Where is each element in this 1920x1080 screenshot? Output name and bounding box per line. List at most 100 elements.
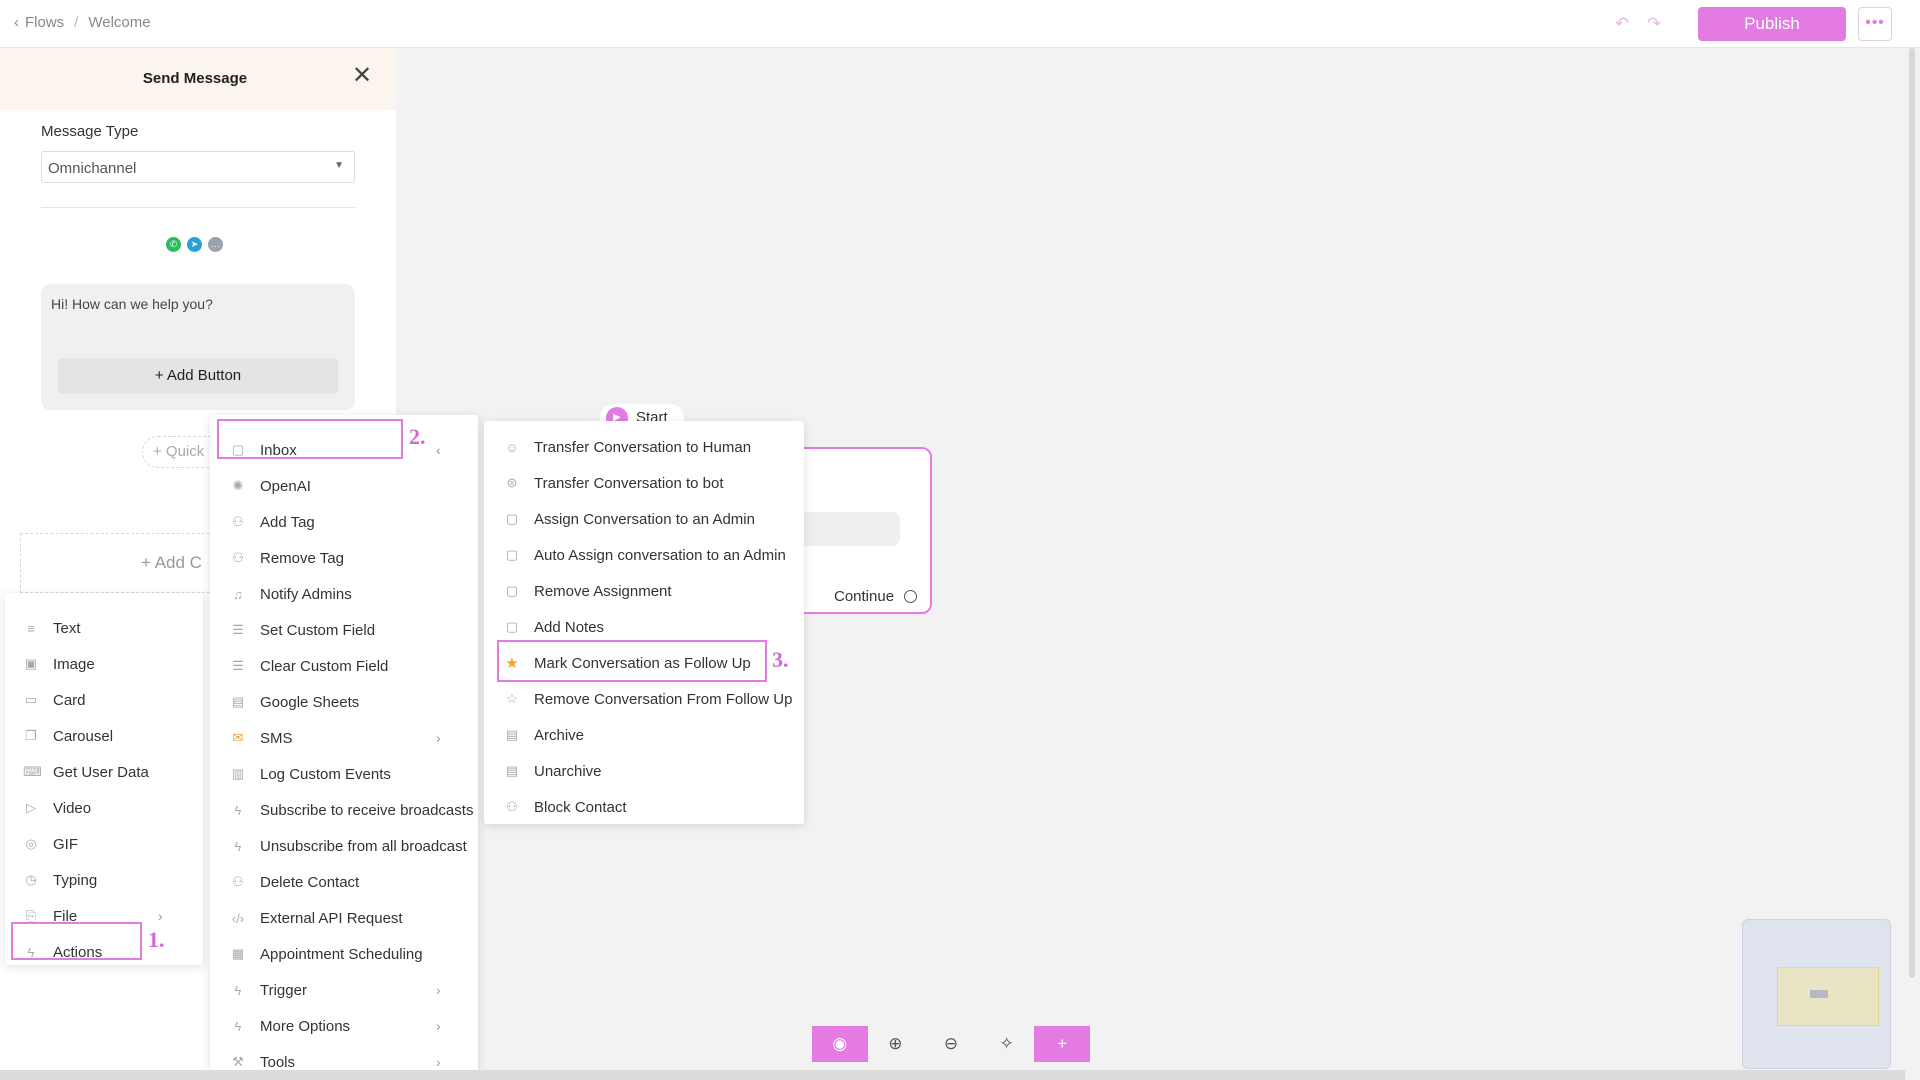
menu-item-appointment-scheduling[interactable]: ▦ Appointment Scheduling [230, 939, 423, 969]
menu-item-add-notes[interactable]: ▢ Add Notes [504, 612, 604, 642]
breadcrumb-current: Welcome [88, 14, 151, 31]
menu-item-label: Add Notes [534, 618, 605, 636]
menu-item-gif[interactable]: ◎ GIF [23, 829, 78, 859]
breadcrumb: ‹ Flows / Welcome [14, 14, 151, 31]
add-content-button[interactable]: + Add C [20, 533, 220, 593]
menu-item-label: Remove Conversation From Follow Up [534, 690, 793, 708]
get-user-data-icon: ⌨ [23, 764, 42, 779]
subscribe-to-receive-broadcasts-icon: ϟ [234, 802, 242, 818]
step-3-label: 3. [772, 647, 789, 672]
block-contact-icon: ⚇ [506, 799, 518, 814]
preview-icon[interactable]: ◉ [812, 1026, 868, 1062]
menu-item-text[interactable]: ≡ Text [23, 613, 80, 643]
menu-item-sms[interactable]: ✉ SMS › [230, 723, 441, 753]
archive-icon: ▤ [505, 727, 519, 742]
menu-item-label: Unsubscribe from all broadcast [260, 837, 467, 855]
menu-item-label: Card [53, 691, 86, 709]
remove-tag-icon: ⚇ [232, 550, 244, 565]
menu-item-card[interactable]: ▭ Card [23, 685, 86, 715]
zoom-in-icon[interactable]: ⊕ [867, 1026, 924, 1062]
more-options-button[interactable]: ••• [1858, 7, 1892, 41]
menu-item-transfer-conversation-to-bot[interactable]: ⊜ Transfer Conversation to bot [504, 468, 724, 498]
continue-connector[interactable]: Continue [834, 588, 918, 605]
menu-item-unarchive[interactable]: ▤ Unarchive [504, 756, 602, 786]
clear-custom-field-icon: ☰ [232, 658, 244, 673]
minimap-node [1810, 990, 1828, 998]
menu-item-auto-assign-conversation-to-an-admin[interactable]: ▢ Auto Assign conversation to an Admin [504, 540, 786, 570]
top-bar: ‹ Flows / Welcome ↶ ↷ Publish ••• [0, 0, 1920, 48]
breadcrumb-flows-link[interactable]: Flows [25, 14, 64, 31]
external-api-request-icon: ‹/› [231, 910, 245, 926]
chevron-right-icon: › [436, 1054, 441, 1070]
menu-item-log-custom-events[interactable]: ▥ Log Custom Events [230, 759, 391, 789]
auto-arrange-icon[interactable]: ✧ [978, 1026, 1035, 1062]
vertical-scrollbar[interactable] [1909, 48, 1915, 978]
menu-item-unsubscribe-from-all-broadcast[interactable]: ϟ Unsubscribe from all broadcast [230, 831, 467, 861]
panel-title: Send Message [142, 70, 248, 87]
transfer-conversation-to-bot-icon: ⊜ [506, 475, 518, 490]
minimap[interactable] [1742, 919, 1891, 1069]
add-button-button[interactable]: + Add Button [58, 358, 338, 394]
follow-up-highlight [497, 640, 767, 682]
menu-item-label: Subscribe to receive broadcasts [260, 801, 474, 819]
menu-item-remove-conversation-from-follow-up[interactable]: ☆ Remove Conversation From Follow Up [504, 684, 792, 714]
menu-item-external-api-request[interactable]: ‹/› External API Request [230, 903, 403, 933]
message-node[interactable]: Continue [800, 447, 932, 614]
menu-item-openai[interactable]: ✺ OpenAI [230, 471, 311, 501]
message-bubble[interactable]: Hi! How can we help you? + Add Button [41, 284, 355, 410]
menu-item-subscribe-to-receive-broadcasts[interactable]: ϟ Subscribe to receive broadcasts [230, 795, 474, 825]
menu-item-add-tag[interactable]: ⚇ Add Tag [230, 507, 315, 537]
menu-item-label: SMS [260, 729, 293, 747]
log-custom-events-icon: ▥ [231, 766, 245, 781]
minimap-viewport[interactable] [1777, 967, 1879, 1026]
menu-item-label: Carousel [53, 727, 114, 745]
connector-dot-icon[interactable] [904, 590, 918, 603]
inbox-highlight [217, 419, 403, 459]
menu-item-more-options[interactable]: ϟ More Options › [230, 1011, 441, 1041]
menu-item-typing[interactable]: ◷ Typing [23, 865, 97, 895]
transfer-conversation-to-human-icon: ☺ [505, 439, 519, 455]
menu-item-label: Video [53, 799, 92, 817]
zoom-out-icon[interactable]: ⊖ [923, 1026, 979, 1062]
menu-item-set-custom-field[interactable]: ☰ Set Custom Field [230, 615, 375, 645]
menu-item-remove-tag[interactable]: ⚇ Remove Tag [230, 543, 344, 573]
menu-item-get-user-data[interactable]: ⌨ Get User Data [23, 757, 149, 787]
menu-item-block-contact[interactable]: ⚇ Block Contact [504, 792, 627, 822]
message-type-select[interactable]: Omnichannel ▼ [41, 151, 355, 183]
card-icon: ▭ [24, 692, 38, 707]
message-text[interactable]: Hi! How can we help you? [51, 296, 213, 312]
undo-icon[interactable]: ↶ [1612, 14, 1632, 34]
redo-icon[interactable]: ↷ [1644, 14, 1664, 34]
menu-item-label: External API Request [260, 909, 403, 927]
menu-item-archive[interactable]: ▤ Archive [504, 720, 584, 750]
close-icon[interactable]: ✕ [352, 64, 372, 88]
menu-item-label: Block Contact [534, 798, 627, 816]
menu-item-delete-contact[interactable]: ⚇ Delete Contact [230, 867, 359, 897]
menu-item-google-sheets[interactable]: ▤ Google Sheets [230, 687, 359, 717]
caret-down-icon: ▼ [334, 160, 344, 171]
menu-item-assign-conversation-to-an-admin[interactable]: ▢ Assign Conversation to an Admin [504, 504, 755, 534]
menu-item-remove-assignment[interactable]: ▢ Remove Assignment [504, 576, 672, 606]
menu-item-carousel[interactable]: ❐ Carousel [23, 721, 113, 751]
horizontal-scrollbar[interactable] [0, 1070, 1905, 1080]
menu-item-transfer-conversation-to-human[interactable]: ☺ Transfer Conversation to Human [504, 432, 751, 462]
menu-item-label: Set Custom Field [260, 621, 376, 639]
more-options-icon: ϟ [234, 1018, 242, 1034]
menu-item-label: Remove Tag [260, 549, 344, 567]
text-icon: ≡ [27, 620, 35, 636]
add-icon[interactable]: + [1034, 1026, 1090, 1062]
back-chevron-icon[interactable]: ‹ [14, 14, 19, 31]
publish-button[interactable]: Publish [1698, 7, 1846, 41]
assign-conversation-to-an-admin-icon: ▢ [505, 511, 519, 526]
menu-item-video[interactable]: ▷ Video [23, 793, 91, 823]
menu-item-clear-custom-field[interactable]: ☰ Clear Custom Field [230, 651, 388, 681]
step-1-label: 1. [148, 927, 165, 952]
openai-icon: ✺ [232, 478, 244, 493]
menu-item-label: Delete Contact [260, 873, 360, 891]
menu-item-trigger[interactable]: ϟ Trigger › [230, 975, 441, 1005]
menu-item-notify-admins[interactable]: ♫ Notify Admins [230, 579, 352, 609]
menu-item-label: Remove Assignment [534, 582, 672, 600]
menu-item-image[interactable]: ▣ Image [23, 649, 95, 679]
menu-item-label: Assign Conversation to an Admin [534, 510, 755, 528]
node-button-placeholder [800, 512, 900, 546]
